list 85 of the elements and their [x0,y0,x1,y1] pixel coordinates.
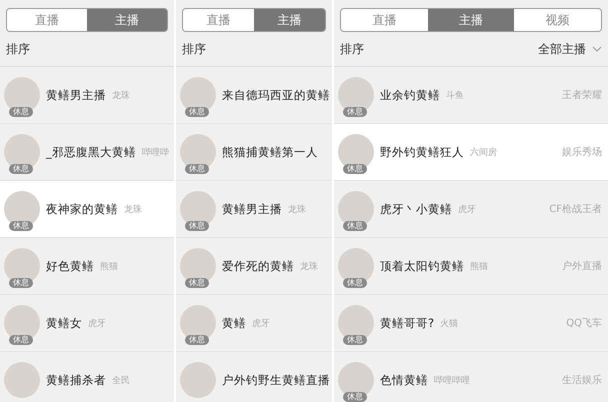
platform-label: 六间房 [470,146,497,158]
status-badge: 休息 [9,335,33,345]
streamer-name: 色情黄鳝 [380,372,428,388]
platform-label: 斗鱼 [446,90,464,102]
streamer-name: 夜神家的黄鳝 [46,202,118,216]
filter-dropdown[interactable]: 全部主播 [538,40,602,58]
streamer-row[interactable]: 休息 黄鳝哥哥? 火猫 QQ飞车 [334,295,608,352]
streamer-name: 黄鳝男主播 [222,202,282,216]
status-badge: 休息 [343,164,367,174]
streamer-name: 黄鳝女 [46,316,82,330]
status-badge: 休息 [9,221,33,231]
status-badge: 休息 [185,278,209,288]
status-badge: 休息 [185,164,209,174]
streamer-name: _邪恶腹黑大黄鳝 [46,144,136,160]
platform-label: 熊猫 [470,260,488,272]
tab[interactable]: 主播 [87,9,167,31]
tab[interactable]: 直播 [7,9,87,31]
streamer-row[interactable]: 休息 色情黄鳝 哔哩哔哩 生活娱乐 [334,352,608,402]
streamer-row[interactable]: 休息 夜神家的黄鳝 龙珠 [0,181,174,238]
streamer-row[interactable]: 休息 顶着太阳钓黄鳝 熊猫 户外直播 [334,238,608,295]
platform-label: 龙珠 [124,204,142,216]
status-badge: 休息 [343,335,367,345]
streamer-name: 好色黄鳝 [46,258,94,274]
streamer-row[interactable]: 休息 来自德玛西亚的黄鳝 [176,67,332,124]
streamer-name: 顶着太阳钓黄鳝 [380,258,464,274]
streamer-name: 黄鳝捕杀者 [46,372,106,388]
platform-label: 虎牙 [458,204,476,216]
platform-label: 哔哩哔 [142,146,169,158]
tab[interactable]: 主播 [428,9,514,31]
streamer-name: 熊猫捕黄鳝第一人 [222,144,318,160]
streamer-row[interactable]: 休息 黄鳝女 虎牙 [0,295,174,352]
sort-label[interactable]: 排序 [340,40,364,58]
category-label: CF枪战王者 [549,202,602,216]
avatar-photo [4,362,40,398]
status-badge: 休息 [343,392,367,402]
tab[interactable]: 视频 [514,9,601,31]
category-label: 娱乐秀场 [562,146,602,159]
category-label: 生活娱乐 [562,374,602,387]
streamer-name: 黄鳝男主播 [46,88,106,102]
avatar-photo [180,362,216,398]
sort-label[interactable]: 排序 [6,40,30,58]
streamer-name: 野外钓黄鳝狂人 [380,144,464,160]
tab[interactable]: 主播 [254,9,325,31]
platform-label: 龙珠 [300,260,318,272]
platform-label: 虎牙 [88,318,106,330]
streamer-name: 虎牙丶小黄鳝 [380,202,452,216]
platform-label: 火猫 [440,318,458,330]
platform-label: 龙珠 [288,204,306,216]
streamer-row[interactable]: 休息 野外钓黄鳝狂人 六间房 娱乐秀场 [334,124,608,181]
tab[interactable]: 直播 [183,9,254,31]
platform-label: 哔哩哔哩 [434,374,470,386]
streamer-row[interactable]: 休息 好色黄鳝 熊猫 [0,238,174,295]
status-badge: 休息 [343,221,367,231]
streamer-name: 黄鳝 [222,316,246,330]
status-badge: 休息 [185,335,209,345]
platform-label: 龙珠 [112,90,130,102]
streamer-row[interactable]: 休息 黄鳝男主播 龙珠 [176,181,332,238]
status-badge: 休息 [343,107,367,117]
streamer-name: 黄鳝哥哥? [380,316,434,330]
category-label: 王者荣耀 [562,88,602,102]
streamer-row[interactable]: 休息 黄鳝男主播 龙珠 [0,67,174,124]
status-badge: 休息 [185,107,209,117]
platform-label: 全民 [112,374,130,386]
status-badge: 休息 [9,164,33,174]
streamer-row[interactable]: 黄鳝捕杀者 全民 [0,352,174,402]
sort-label[interactable]: 排序 [182,40,206,58]
category-label: 户外直播 [562,260,602,273]
streamer-name: 爱作死的黄鳝 [222,258,294,274]
streamer-row[interactable]: 休息 黄鳝 虎牙 [176,295,332,352]
status-badge: 休息 [9,278,33,288]
platform-label: 虎牙 [252,318,270,330]
streamer-row[interactable]: 休息 熊猫捕黄鳝第一人 [176,124,332,181]
streamer-row[interactable]: 户外钓野生黄鳝直播 [176,352,332,402]
status-badge: 休息 [185,221,209,231]
platform-label: 熊猫 [100,260,118,272]
status-badge: 休息 [343,278,367,288]
streamer-row[interactable]: 休息 爱作死的黄鳝 龙珠 [176,238,332,295]
streamer-name: 户外钓野生黄鳝直播 [222,372,330,388]
streamer-name: 业余钓黄鳝 [380,88,440,102]
status-badge: 休息 [9,107,33,117]
chevron-down-icon [592,46,602,52]
category-label: QQ飞车 [566,316,602,330]
tab[interactable]: 直播 [341,9,428,31]
streamer-row[interactable]: 休息 虎牙丶小黄鳝 虎牙 CF枪战王者 [334,181,608,238]
streamer-name: 来自德玛西亚的黄鳝 [222,88,330,102]
